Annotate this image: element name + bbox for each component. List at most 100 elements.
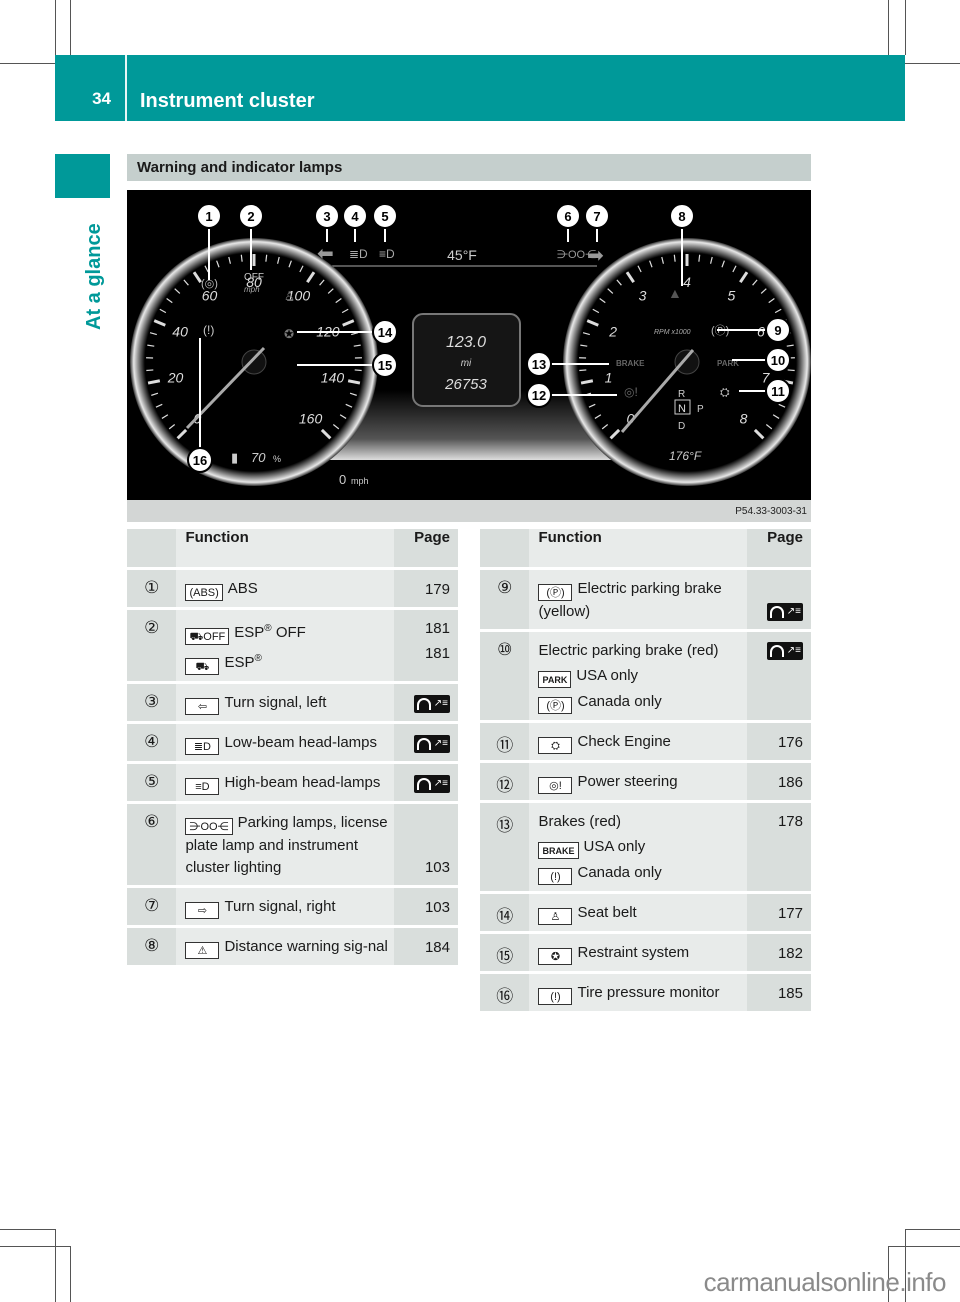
row-number: ⑬	[480, 800, 530, 893]
page-number: 176	[777, 734, 803, 751]
callout-number: 12	[532, 388, 546, 403]
function-line: (Ⓟ) Canada only	[538, 691, 741, 714]
row-number: ③	[127, 681, 177, 723]
table-row: ⑤ ≡D High-beam head-lamps	[127, 761, 458, 803]
table-row: ⑧ ⚠ Distance warning sig-nal 184	[127, 925, 458, 965]
callout-number: ②	[144, 618, 160, 637]
page-cell: 103	[394, 885, 458, 927]
function-cell: ⛭ Check Engine	[529, 720, 748, 762]
callout-number: ⑩	[497, 640, 513, 659]
function-cell: ✪ Restraint system	[529, 931, 748, 973]
callout-number: 10	[771, 353, 785, 368]
function-cell: ≡D High-beam head-lamps	[176, 761, 395, 803]
gauge-tick-label: 8	[740, 411, 748, 427]
function-label-suffix: OFF	[271, 624, 306, 641]
instrument-cluster-figure: 45°F 020406080100120140160 OFF mph (!) (…	[127, 190, 811, 500]
function-title: Electric parking brake (red)	[538, 642, 719, 659]
row-number: ⑤	[127, 761, 177, 803]
fuel-unit: %	[273, 454, 281, 464]
number-header	[480, 529, 530, 569]
page-entry: 182	[778, 943, 803, 965]
odometer-value: 26753	[444, 376, 487, 393]
table-row: ⑭ ♙ Seat belt 177	[480, 891, 811, 933]
function-line: ✪ Restraint system	[538, 942, 741, 965]
row-number: ⑩	[480, 629, 530, 722]
callout-number: ⑫	[496, 776, 514, 795]
callout-number: ⑯	[496, 987, 514, 1006]
table-row: ⑯ (!) Tire pressure monitor 185	[480, 971, 811, 1011]
number-header	[127, 529, 177, 569]
registered-mark: ®	[264, 623, 272, 634]
page-stack: 176	[747, 731, 803, 754]
trip-value: 123.0	[446, 334, 486, 351]
turn-left-lamp: ⬅	[317, 243, 334, 265]
restraint-lamp: ✪	[284, 327, 294, 341]
page-entry	[767, 640, 803, 662]
row-number: ⑭	[480, 891, 530, 933]
crop-mark	[70, 1246, 71, 1302]
tire-pressure-lamp: (!)	[203, 323, 214, 337]
row-number: ②	[127, 607, 177, 683]
function-line: ≡D High-beam head-lamps	[185, 772, 388, 795]
callout-number: ⑤	[144, 772, 160, 791]
distance-warning-lamp: ▲	[668, 285, 682, 301]
callout-number: 1	[205, 209, 212, 224]
turn-left-icon: ⇦	[185, 698, 220, 715]
page-stack: 182	[747, 942, 803, 965]
page-number: 182	[777, 945, 803, 962]
function-line: (!) Tire pressure monitor	[538, 982, 741, 1005]
high-beam-lamp: ≡D	[379, 247, 395, 261]
callout-number: ⑮	[496, 947, 514, 966]
row-number: ⑦	[127, 885, 177, 927]
page-cell	[747, 629, 811, 722]
page-stack	[394, 772, 450, 795]
page-entry: 177	[778, 903, 803, 925]
crop-mark	[55, 0, 56, 55]
gauge-tick	[240, 254, 243, 262]
page-entry: 103	[425, 897, 450, 919]
function-line: (!) Canada only	[538, 862, 741, 885]
function-cell: ⋺OO⋲ Parking lamps, license plate lamp an…	[176, 801, 395, 887]
page-stack	[747, 578, 803, 623]
function-line: ⋺OO⋲ Parking lamps, license plate lamp an…	[185, 812, 388, 879]
gauge-tick-label: 5	[728, 287, 736, 303]
page-entry: 181	[425, 618, 450, 640]
page-stack: 186	[747, 771, 803, 794]
row-number: ⑯	[480, 971, 530, 1011]
section-title: Warning and indicator lamps	[127, 154, 811, 181]
page-number: 186	[777, 774, 803, 791]
parking-brake-icon: (Ⓟ)	[538, 584, 573, 601]
brake-text-icon: BRAKE	[538, 842, 579, 859]
gauge-tick	[787, 369, 795, 372]
crop-mark	[0, 1246, 70, 1247]
gauge-tick	[146, 369, 154, 372]
crop-mark	[55, 1229, 56, 1302]
page-entry: 179	[425, 579, 450, 601]
page-cell: 181 181	[394, 607, 458, 683]
turn-right-lamp: ➡	[587, 245, 604, 267]
abs-icon: (ABS)	[185, 584, 223, 601]
function-line: (Ⓟ) Electric parking brake (yellow)	[538, 578, 741, 623]
function-cell: ◎! Power steering	[529, 760, 748, 802]
callout-number: ⑦	[144, 896, 160, 915]
page-stack: 184	[394, 936, 450, 959]
callout-number: 16	[193, 453, 207, 468]
function-header: Function	[529, 529, 748, 569]
function-line: ≣D Low-beam head-lamps	[185, 732, 388, 755]
outside-temp: 45°F	[447, 247, 477, 263]
page-entry: 176	[778, 732, 803, 754]
row-number: ⑪	[480, 720, 530, 762]
callout-number: ⑧	[144, 936, 160, 955]
side-tab-label: At a glance	[83, 223, 105, 330]
seat-belt-lamp: ♙	[284, 289, 295, 303]
page-stack: 178	[747, 811, 803, 833]
restraint-system-icon: ✪	[538, 948, 573, 965]
table-row: ② ⛟OFF ESP® OFF ⛟ ESP® 181 181	[127, 607, 458, 683]
function-header: Function	[176, 529, 395, 569]
table-row: ③ ⇦ Turn signal, left	[127, 681, 458, 723]
callout-number: ⑨	[497, 578, 513, 597]
page-cell: 103	[394, 801, 458, 887]
low-beam-icon: ≣D	[185, 738, 220, 755]
tire-pressure-icon: (!)	[538, 988, 573, 1005]
function-label: ABS	[227, 580, 258, 597]
